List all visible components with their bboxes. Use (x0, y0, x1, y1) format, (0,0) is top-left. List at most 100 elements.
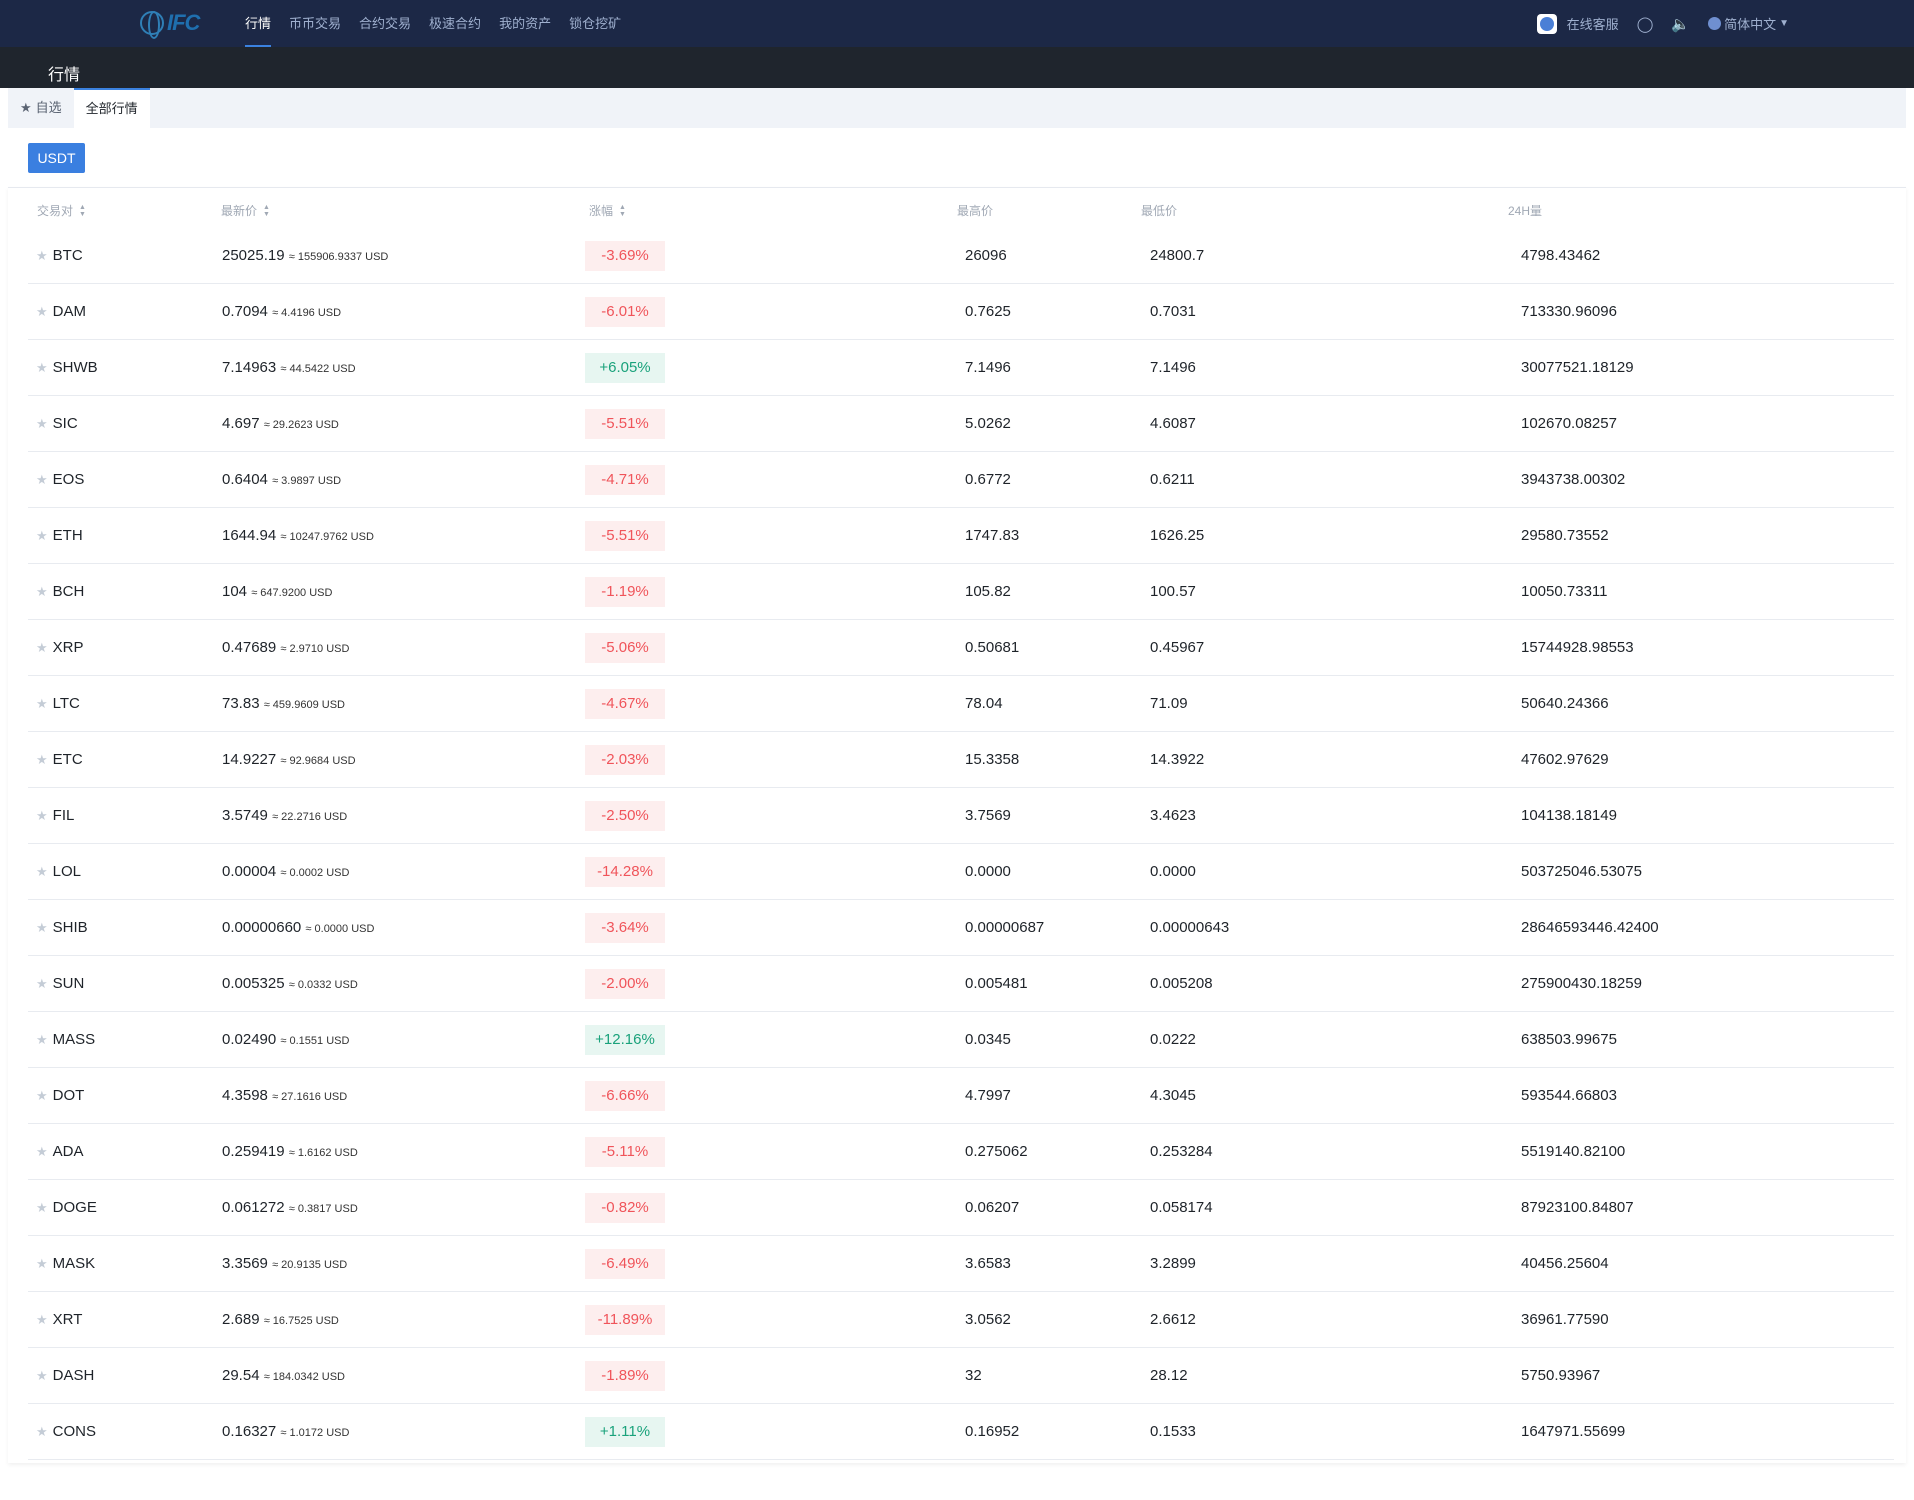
last-price: 7.14963 (222, 359, 277, 376)
favorite-star-icon[interactable]: ★ (36, 528, 48, 543)
favorite-star-icon[interactable]: ★ (36, 248, 48, 263)
header-change[interactable]: 涨幅 ▲ ▼ (589, 202, 626, 219)
table-row[interactable]: ★ MASS 0.02490 ≈ 0.1551 USD +12.16% 0.034… (28, 1012, 1894, 1068)
nav-contract-trading[interactable]: 合约交易 (359, 0, 421, 47)
pair-name: LOL (52, 863, 82, 880)
header-price[interactable]: 最新价 ▲ ▼ (221, 202, 270, 219)
table-row[interactable]: ★ SIC 4.697 ≈ 29.2623 USD -5.51% 5.0262 4… (28, 396, 1894, 452)
sort-icon[interactable]: ▲ ▼ (619, 204, 626, 218)
price-cell: 4.3598 ≈ 27.1616 USD (222, 1068, 347, 1123)
page-header: 行情 (0, 47, 1914, 88)
market-tabs: ★ 自选 全部行情 (8, 88, 1906, 128)
price-cell: 73.83 ≈ 459.9609 USD (222, 676, 345, 731)
volume-24h: 30077521.18129 (1521, 359, 1634, 376)
price-cell: 0.00000660 ≈ 0.0000 USD (222, 900, 374, 955)
favorite-star-icon[interactable]: ★ (36, 360, 48, 375)
nav-fast-contract[interactable]: 极速合约 (429, 0, 491, 47)
table-row[interactable]: ★ EOS 0.6404 ≈ 3.9897 USD -4.71% 0.6772 0… (28, 452, 1894, 508)
pair-cell: ★ DAM (36, 284, 86, 339)
favorite-star-icon[interactable]: ★ (36, 696, 48, 711)
favorite-star-icon[interactable]: ★ (36, 584, 48, 599)
table-row[interactable]: ★ XRP 0.47689 ≈ 2.9710 USD -5.06% 0.50681… (28, 620, 1894, 676)
table-row[interactable]: ★ SUN 0.005325 ≈ 0.0332 USD -2.00% 0.0054… (28, 956, 1894, 1012)
table-row[interactable]: ★ CONS 0.16327 ≈ 1.0172 USD +1.11% 0.1695… (28, 1404, 1894, 1460)
header-label: 最新价 (221, 204, 258, 218)
sort-icon[interactable]: ▲ ▼ (263, 204, 270, 218)
low-price: 28.12 (1150, 1367, 1188, 1384)
table-row[interactable]: ★ LOL 0.00004 ≈ 0.0002 USD -14.28% 0.0000… (28, 844, 1894, 900)
last-price: 29.54 (222, 1367, 260, 1384)
favorite-star-icon[interactable]: ★ (36, 864, 48, 879)
high-price: 0.50681 (965, 639, 1020, 656)
favorite-star-icon[interactable]: ★ (36, 1200, 48, 1215)
globe-logo-icon (140, 11, 164, 39)
favorite-star-icon[interactable]: ★ (36, 472, 48, 487)
price-cell: 0.061272 ≈ 0.3817 USD (222, 1180, 358, 1235)
header-pair[interactable]: 交易对 ▲ ▼ (37, 202, 86, 219)
nav-staking-mining[interactable]: 锁仓挖矿 (569, 0, 631, 47)
user-icon[interactable]: ◯ (1637, 15, 1654, 33)
table-row[interactable]: ★ MASK 3.3569 ≈ 20.9135 USD -6.49% 3.6583… (28, 1236, 1894, 1292)
tab-all-markets[interactable]: 全部行情 (73, 88, 150, 128)
nav-market[interactable]: 行情 (245, 0, 281, 47)
favorite-star-icon[interactable]: ★ (36, 920, 48, 935)
favorite-star-icon[interactable]: ★ (36, 304, 48, 319)
table-row[interactable]: ★ DOGE 0.061272 ≈ 0.3817 USD -0.82% 0.062… (28, 1180, 1894, 1236)
favorite-star-icon[interactable]: ★ (36, 1424, 48, 1439)
low-price: 4.6087 (1150, 415, 1196, 432)
favorite-star-icon[interactable]: ★ (36, 808, 48, 823)
table-row[interactable]: ★ SHWB 7.14963 ≈ 44.5422 USD +6.05% 7.149… (28, 340, 1894, 396)
favorite-star-icon[interactable]: ★ (36, 1368, 48, 1383)
speaker-icon[interactable]: 🔈 (1671, 15, 1690, 33)
favorite-star-icon[interactable]: ★ (36, 976, 48, 991)
last-price: 0.6404 (222, 471, 268, 488)
last-price: 0.02490 (222, 1031, 277, 1048)
customer-service-button[interactable]: 在线客服 (1536, 13, 1619, 34)
usd-equivalent: ≈ 0.3817 USD (288, 1203, 358, 1215)
favorite-star-icon[interactable]: ★ (36, 1312, 48, 1327)
favorite-star-icon[interactable]: ★ (36, 1144, 48, 1159)
customer-service-label: 在线客服 (1566, 17, 1619, 32)
favorite-star-icon[interactable]: ★ (36, 1032, 48, 1047)
change-badge: -0.82% (585, 1193, 665, 1223)
sort-icon[interactable]: ▲ ▼ (79, 204, 86, 218)
language-selector[interactable]: 简体中文 ▼ (1708, 14, 1789, 33)
logo[interactable]: IFC (140, 10, 200, 39)
high-price: 0.7625 (965, 303, 1011, 320)
pair-cell: ★ EOS (36, 452, 84, 507)
table-row[interactable]: ★ DASH 29.54 ≈ 184.0342 USD -1.89% 32 28.… (28, 1348, 1894, 1404)
table-row[interactable]: ★ FIL 3.5749 ≈ 22.2716 USD -2.50% 3.7569 … (28, 788, 1894, 844)
change-badge: +6.05% (585, 353, 665, 383)
header-label: 最高价 (957, 204, 994, 218)
price-cell: 29.54 ≈ 184.0342 USD (222, 1348, 345, 1403)
last-price: 0.061272 (222, 1199, 285, 1216)
table-row[interactable]: ★ ADA 0.259419 ≈ 1.6162 USD -5.11% 0.2750… (28, 1124, 1894, 1180)
price-cell: 25025.19 ≈ 155906.9337 USD (222, 228, 388, 283)
table-row[interactable]: ★ LTC 73.83 ≈ 459.9609 USD -4.67% 78.04 7… (28, 676, 1894, 732)
pair-name: ETH (52, 527, 83, 544)
table-row[interactable]: ★ BTC 25025.19 ≈ 155906.9337 USD -3.69% 2… (28, 228, 1894, 284)
table-row[interactable]: ★ SHIB 0.00000660 ≈ 0.0000 USD -3.64% 0.0… (28, 900, 1894, 956)
table-row[interactable]: ★ BCH 104 ≈ 647.9200 USD -1.19% 105.82 10… (28, 564, 1894, 620)
table-row[interactable]: ★ XRT 2.689 ≈ 16.7525 USD -11.89% 3.0562 … (28, 1292, 1894, 1348)
favorite-star-icon[interactable]: ★ (36, 1088, 48, 1103)
table-row[interactable]: ★ ETH 1644.94 ≈ 10247.9762 USD -5.51% 174… (28, 508, 1894, 564)
usd-equivalent: ≈ 92.9684 USD (280, 755, 356, 767)
favorite-star-icon[interactable]: ★ (36, 1256, 48, 1271)
table-row[interactable]: ★ DAM 0.7094 ≈ 4.4196 USD -6.01% 0.7625 0… (28, 284, 1894, 340)
low-price: 100.57 (1150, 583, 1196, 600)
table-row[interactable]: ★ ETC 14.9227 ≈ 92.9684 USD -2.03% 15.335… (28, 732, 1894, 788)
favorite-star-icon[interactable]: ★ (36, 640, 48, 655)
pair-name: SHIB (52, 919, 88, 936)
favorite-star-icon[interactable]: ★ (36, 416, 48, 431)
pair-name: ETC (52, 751, 83, 768)
high-price: 0.275062 (965, 1143, 1028, 1160)
favorite-star-icon[interactable]: ★ (36, 752, 48, 767)
last-price: 4.3598 (222, 1087, 268, 1104)
usdt-quote-button[interactable]: USDT (28, 143, 85, 173)
tab-favorites[interactable]: ★ 自选 (8, 88, 74, 128)
nav-spot-trading[interactable]: 币币交易 (289, 0, 351, 47)
nav-my-assets[interactable]: 我的资产 (499, 0, 561, 47)
change-badge: -6.49% (585, 1249, 665, 1279)
table-row[interactable]: ★ DOT 4.3598 ≈ 27.1616 USD -6.66% 4.7997 … (28, 1068, 1894, 1124)
